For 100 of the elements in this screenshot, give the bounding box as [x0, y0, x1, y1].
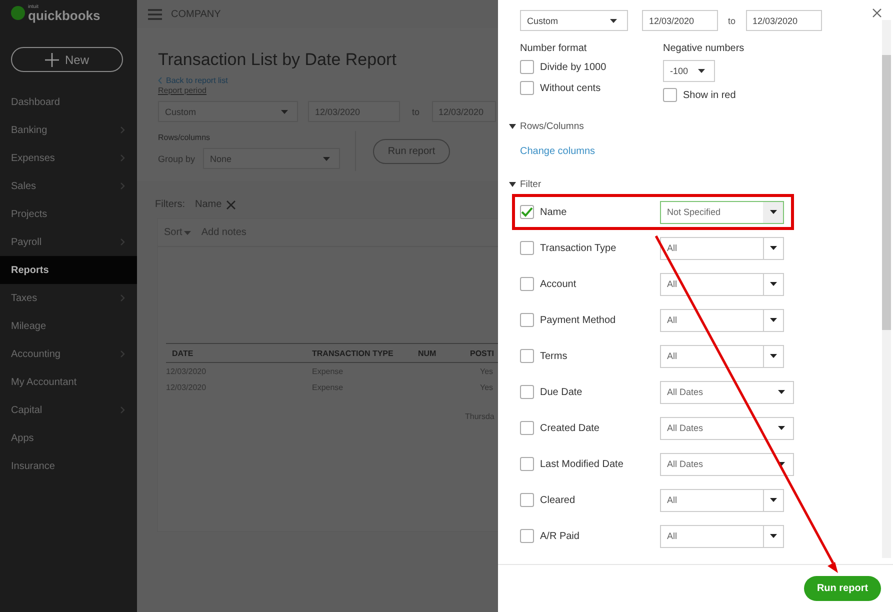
- filter-label: Last Modified Date: [540, 458, 624, 470]
- caret-icon: [778, 462, 785, 466]
- to-label: to: [728, 16, 736, 26]
- checkmark-icon: [521, 207, 533, 217]
- close-icon: [226, 200, 236, 210]
- column-header: POSTI: [469, 348, 496, 358]
- sidebar-item[interactable]: Apps: [0, 424, 137, 452]
- chevron-icon: [120, 126, 125, 134]
- checkbox[interactable]: [520, 349, 534, 363]
- filter-dropdown[interactable]: All: [660, 344, 784, 368]
- sidebar-item[interactable]: Expenses: [0, 144, 137, 172]
- back-link[interactable]: Back to report list: [166, 76, 228, 85]
- column-header: NUM: [417, 348, 438, 358]
- filter-label: A/R Paid: [540, 530, 580, 542]
- report-title: Transaction List by Date Report: [158, 50, 398, 70]
- chevron-icon: [120, 350, 125, 358]
- caret-icon: [778, 390, 785, 394]
- caret-icon: [281, 110, 288, 114]
- caret-icon: [323, 156, 330, 160]
- number-format-label: Number format: [520, 43, 588, 54]
- sidebar-item[interactable]: Dashboard: [0, 88, 137, 116]
- checkbox-label: Show in red: [683, 90, 736, 100]
- caret-icon: [770, 318, 777, 322]
- filter-label: Terms: [540, 350, 568, 362]
- sidebar-item[interactable]: Insurance: [0, 452, 137, 480]
- change-columns-link[interactable]: Change columns: [520, 146, 596, 157]
- filter-dropdown[interactable]: All: [660, 272, 784, 296]
- brand-name: quickbooks: [28, 8, 100, 22]
- sidebar-item[interactable]: Mileage: [0, 312, 137, 340]
- logo-icon: [11, 6, 25, 20]
- checkbox[interactable]: [520, 457, 534, 471]
- date-field[interactable]: 12/03/2020: [642, 10, 718, 31]
- caret-icon: [770, 498, 777, 502]
- filter-label: Account: [540, 278, 576, 290]
- new-button[interactable]: New: [11, 47, 123, 72]
- sidebar-item[interactable]: Accounting: [0, 340, 137, 368]
- filter-dropdown[interactable]: All: [660, 308, 784, 332]
- sidebar-item[interactable]: Payroll: [0, 228, 137, 256]
- triangle-icon[interactable]: [509, 124, 516, 129]
- checkbox[interactable]: [520, 60, 534, 74]
- date-field[interactable]: 12/03/2020: [746, 10, 822, 31]
- column-header: DATE: [171, 348, 194, 358]
- menu-icon: [148, 8, 162, 20]
- sidebar-item[interactable]: Capital: [0, 396, 137, 424]
- run-report-button[interactable]: Run report: [804, 576, 881, 601]
- caret-icon: [770, 246, 777, 250]
- caret-icon: [770, 282, 777, 286]
- section-title: Rows/Columns: [520, 121, 584, 132]
- filter-label: Payment Method: [540, 314, 616, 326]
- sidebar-item[interactable]: Taxes: [0, 284, 137, 312]
- date-range-dropdown[interactable]: All Dates: [660, 416, 794, 440]
- plus-icon: [44, 52, 59, 66]
- caret-icon: [770, 534, 777, 538]
- checkbox[interactable]: [520, 81, 534, 95]
- chevron-icon: [120, 182, 125, 190]
- checkbox[interactable]: [520, 205, 534, 219]
- checkbox[interactable]: [520, 313, 534, 327]
- negative-format-dropdown[interactable]: -100: [663, 60, 715, 82]
- sidebar-item[interactable]: Banking: [0, 116, 137, 144]
- caret-icon: [610, 18, 617, 22]
- chevron-icon: [120, 238, 125, 246]
- filter-label: Due Date: [540, 386, 582, 398]
- caret-icon: [770, 210, 776, 214]
- period-dropdown[interactable]: Custom: [520, 10, 628, 31]
- checkbox[interactable]: [520, 277, 534, 291]
- chevron-icon: [120, 406, 125, 414]
- filter-label: Name: [540, 206, 567, 218]
- caret-icon: [778, 426, 785, 430]
- sidebar-item[interactable]: Reports: [0, 256, 137, 284]
- checkbox-label: Divide by 1000: [540, 62, 606, 72]
- filter-dropdown[interactable]: All: [660, 488, 784, 512]
- caret-icon: [698, 69, 705, 73]
- filter-dropdown[interactable]: All: [660, 524, 784, 548]
- triangle-icon[interactable]: [509, 182, 516, 187]
- filter-label: Cleared: [540, 494, 576, 506]
- checkbox[interactable]: [663, 88, 677, 102]
- filter-label: Transaction Type: [540, 242, 616, 254]
- sidebar-item[interactable]: Projects: [0, 200, 137, 228]
- negative-numbers-label: Negative numbers: [663, 43, 746, 54]
- filter-label: Created Date: [540, 422, 600, 434]
- chevron-icon: [120, 294, 125, 302]
- filter-dropdown[interactable]: All: [660, 236, 784, 260]
- scrollbar[interactable]: [882, 20, 891, 558]
- sidebar-item[interactable]: My Accountant: [0, 368, 137, 396]
- section-title: Filter: [520, 179, 542, 190]
- date-range-dropdown[interactable]: All Dates: [660, 380, 794, 404]
- checkbox[interactable]: [520, 493, 534, 507]
- sidebar-item[interactable]: Sales: [0, 172, 137, 200]
- rows-columns-label: Rows/columns: [158, 133, 212, 142]
- caret-icon: [184, 230, 192, 234]
- checkbox[interactable]: [520, 385, 534, 399]
- checkbox[interactable]: [520, 421, 534, 435]
- checkbox[interactable]: [520, 241, 534, 255]
- checkbox[interactable]: [520, 529, 534, 543]
- chevron-icon: [120, 154, 125, 162]
- filter-dropdown[interactable]: Not Specified: [660, 200, 784, 224]
- column-header: TRANSACTION TYPE: [311, 348, 394, 358]
- close-icon: [872, 8, 882, 18]
- date-range-dropdown[interactable]: All Dates: [660, 452, 794, 476]
- checkbox-label: Without cents: [540, 82, 601, 94]
